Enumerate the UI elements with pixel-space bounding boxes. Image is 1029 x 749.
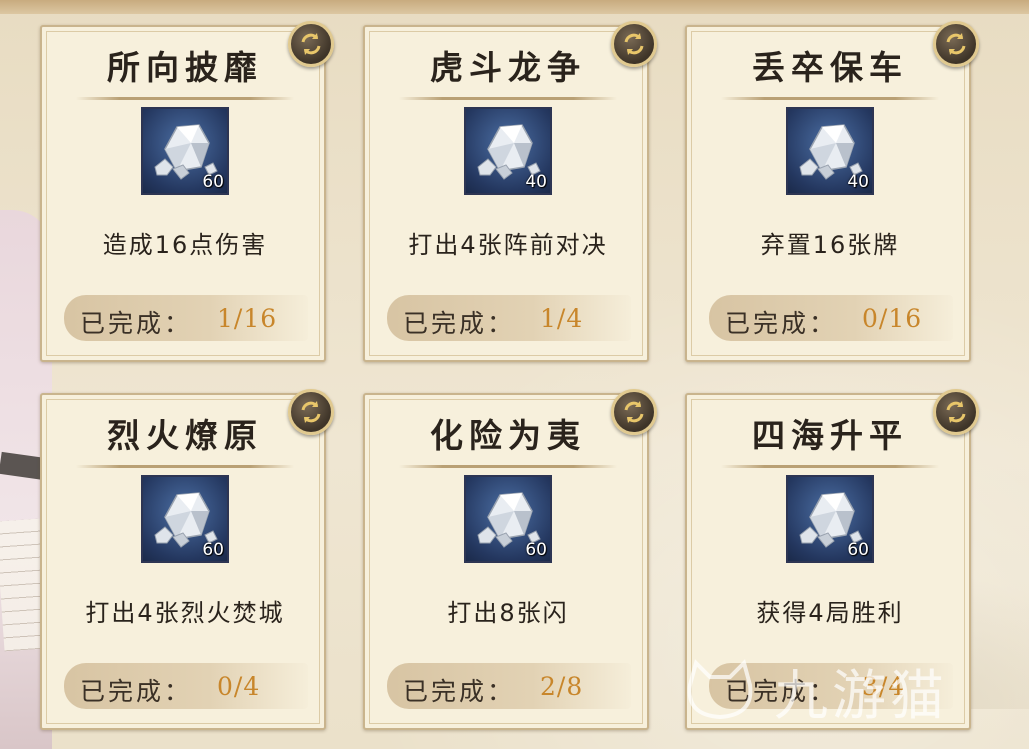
reward-count: 60: [202, 172, 224, 192]
progress-value: 2/8: [540, 672, 584, 701]
task-card: 所向披靡 60 造成16点伤害 已完成： 1/16: [40, 21, 334, 362]
reward-count: 60: [525, 540, 547, 560]
refresh-icon: [946, 33, 966, 55]
reward-item[interactable]: 40: [464, 107, 552, 195]
progress-label: 已完成：: [725, 677, 838, 706]
refresh-icon: [946, 401, 966, 423]
title-divider: [721, 465, 939, 468]
progress-value: 0/16: [862, 304, 923, 333]
title-divider: [399, 97, 617, 100]
progress-label: 已完成：: [80, 677, 193, 706]
progress-label: 已完成：: [725, 309, 838, 338]
reward-count: 40: [847, 172, 869, 192]
refresh-button[interactable]: [288, 21, 334, 67]
refresh-button[interactable]: [611, 21, 657, 67]
progress-value: 0/4: [217, 672, 261, 701]
task-description: 打出8张闪: [447, 599, 569, 627]
task-card: 丢卒保车 40 弃置16张牌 已完成： 0/16: [685, 21, 979, 362]
task-title: 化险为夷: [430, 416, 586, 455]
refresh-icon: [301, 401, 321, 423]
reward-item[interactable]: 60: [786, 475, 874, 563]
task-card: 化险为夷 60 打出8张闪 已完成： 2/8: [363, 389, 657, 730]
reward-item[interactable]: 60: [141, 107, 229, 195]
task-title: 虎斗龙争: [430, 48, 586, 87]
reward-item[interactable]: 40: [786, 107, 874, 195]
refresh-icon: [624, 33, 644, 55]
task-title: 烈火燎原: [107, 416, 263, 455]
task-description: 打出4张烈火焚城: [85, 599, 285, 627]
title-divider: [76, 97, 294, 100]
progress-value: 1/4: [540, 304, 584, 333]
task-card: 虎斗龙争 40 打出4张阵前对决 已完成： 1/4: [363, 21, 657, 362]
title-divider: [76, 465, 294, 468]
task-card: 四海升平 60 获得4局胜利 已完成： 3/4: [685, 389, 979, 730]
task-card: 烈火燎原 60 打出4张烈火焚城 已完成： 0/4: [40, 389, 334, 730]
task-title: 四海升平: [752, 416, 908, 455]
refresh-icon: [624, 401, 644, 423]
task-description: 造成16点伤害: [102, 231, 268, 259]
progress-label: 已完成：: [80, 309, 193, 338]
top-border-strip: [0, 0, 1029, 14]
reward-count: 40: [525, 172, 547, 192]
task-title: 丢卒保车: [752, 48, 908, 87]
task-title: 所向披靡: [107, 48, 263, 87]
refresh-button[interactable]: [288, 389, 334, 435]
title-divider: [399, 465, 617, 468]
refresh-button[interactable]: [611, 389, 657, 435]
progress-value: 3/4: [862, 672, 906, 701]
reward-count: 60: [202, 540, 224, 560]
refresh-icon: [301, 33, 321, 55]
progress-value: 1/16: [217, 304, 278, 333]
refresh-button[interactable]: [933, 389, 979, 435]
task-description: 打出4张阵前对决: [408, 231, 608, 259]
refresh-button[interactable]: [933, 21, 979, 67]
title-divider: [721, 97, 939, 100]
reward-item[interactable]: 60: [141, 475, 229, 563]
reward-count: 60: [847, 540, 869, 560]
progress-label: 已完成：: [403, 309, 516, 338]
reward-item[interactable]: 60: [464, 475, 552, 563]
task-description: 获得4局胜利: [756, 599, 904, 627]
progress-label: 已完成：: [403, 677, 516, 706]
task-description: 弃置16张牌: [760, 231, 900, 259]
